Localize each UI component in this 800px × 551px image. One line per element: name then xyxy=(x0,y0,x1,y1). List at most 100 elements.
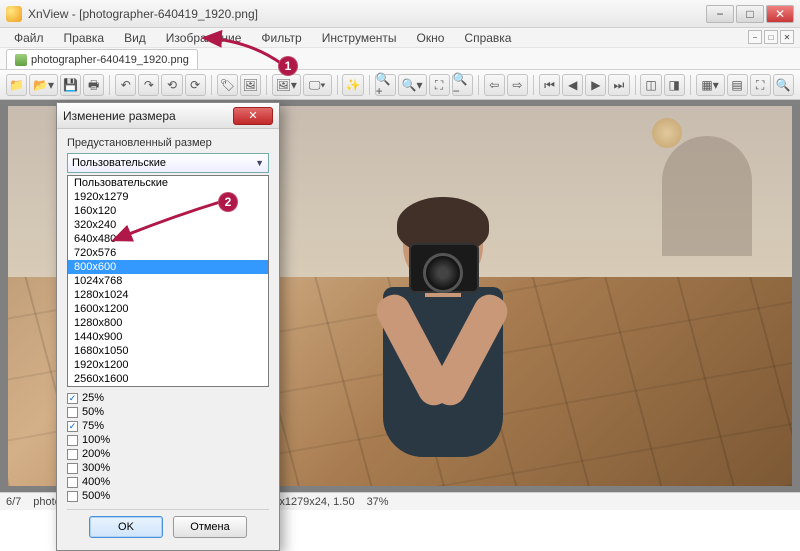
percent-option[interactable]: 200% xyxy=(67,447,269,461)
zoom-out-button[interactable]: 🔍− xyxy=(452,74,473,96)
dialog-titlebar[interactable]: Изменение размера ✕ xyxy=(57,103,279,129)
acquire-button[interactable]: 🖼▾ xyxy=(272,74,301,96)
enhance-button[interactable]: ✨ xyxy=(342,74,363,96)
percent-options: ✓ 25%50%✓75%100% 200% 300% 400% 500% xyxy=(67,391,269,503)
cancel-button[interactable]: Отмена xyxy=(173,516,247,538)
preset-size-combobox[interactable]: Пользовательские ▼ xyxy=(67,153,269,173)
percent-option[interactable]: 50% xyxy=(67,405,269,419)
percent-option[interactable]: 300% xyxy=(67,461,269,475)
tabbar: photographer-640419_1920.png xyxy=(0,48,800,70)
preset-size-option[interactable]: Пользовательские xyxy=(68,176,268,190)
panel2-button[interactable]: ◨ xyxy=(664,74,685,96)
percent-option[interactable]: 100% xyxy=(67,433,269,447)
preset-size-option[interactable]: 1680x1050 xyxy=(68,344,268,358)
percent-label: 300% xyxy=(82,462,110,474)
combobox-value: Пользовательские xyxy=(72,157,166,169)
percent-label: 25% xyxy=(82,392,104,404)
capture-button[interactable]: 🖵▾ xyxy=(303,74,332,96)
menu-edit[interactable]: Правка xyxy=(56,29,113,47)
window-titlebar: XnView - [photographer-640419_1920.png] … xyxy=(0,0,800,28)
window-title: XnView - [photographer-640419_1920.png] xyxy=(28,7,258,21)
preset-size-option[interactable]: 1280x800 xyxy=(68,316,268,330)
redo-button[interactable]: ⟳ xyxy=(185,74,206,96)
preset-size-option[interactable]: 1920x1200 xyxy=(68,358,268,372)
fullscreen-button[interactable]: ⛶ xyxy=(750,74,771,96)
separator xyxy=(369,75,370,95)
checkbox-icon xyxy=(67,449,78,460)
image-icon xyxy=(15,54,27,66)
preset-size-option[interactable]: 800x600 xyxy=(68,260,268,274)
separator xyxy=(211,75,212,95)
minimize-button[interactable]: − xyxy=(706,5,734,23)
checkbox-icon xyxy=(67,477,78,488)
print-button[interactable]: 🖶 xyxy=(83,74,104,96)
checkbox-icon: ✓ xyxy=(67,393,78,404)
image-button[interactable]: 🖼 xyxy=(240,74,261,96)
rotate-cw-button[interactable]: ↷ xyxy=(138,74,159,96)
panel1-button[interactable]: ◫ xyxy=(640,74,661,96)
open-button[interactable]: 📂▾ xyxy=(29,74,58,96)
percent-label: 100% xyxy=(82,434,110,446)
page-next-button[interactable]: ▶ xyxy=(585,74,606,96)
menu-window[interactable]: Окно xyxy=(409,29,453,47)
menu-view[interactable]: Вид xyxy=(116,29,154,47)
menubar: Файл Правка Вид Изображение Фильтр Инстр… xyxy=(0,28,800,48)
annotation-arrow-2 xyxy=(108,198,228,253)
preset-size-option[interactable]: 1440x900 xyxy=(68,330,268,344)
zoom-fit-button[interactable]: ⛶ xyxy=(429,74,450,96)
menu-help[interactable]: Справка xyxy=(456,29,519,47)
page-prev-button[interactable]: ◀ xyxy=(562,74,583,96)
prev-button[interactable]: ⇦ xyxy=(484,74,505,96)
dialog-close-button[interactable]: ✕ xyxy=(233,107,273,125)
percent-label: 400% xyxy=(82,476,110,488)
toolbar: 📁 📂▾ 💾 🖶 ↶ ↷ ⟲ ⟳ 🏷 🖼 🖼▾ 🖵▾ ✨ 🔍+ 🔍▾ ⛶ 🔍− … xyxy=(0,70,800,100)
menu-tools[interactable]: Инструменты xyxy=(314,29,405,47)
checkbox-icon xyxy=(67,435,78,446)
rotate-ccw-button[interactable]: ↶ xyxy=(115,74,136,96)
annotation-badge-2: 2 xyxy=(218,192,238,212)
percent-label: 200% xyxy=(82,448,110,460)
mdi-restore-button[interactable]: □ xyxy=(764,30,778,44)
percent-label: 500% xyxy=(82,490,110,502)
zoom-in-button[interactable]: 🔍+ xyxy=(375,74,396,96)
thumbnails-button[interactable]: ▤ xyxy=(727,74,748,96)
zoom-level-button[interactable]: 🔍▾ xyxy=(398,74,427,96)
percent-option[interactable]: 400% xyxy=(67,475,269,489)
ok-button[interactable]: OK xyxy=(89,516,163,538)
tab-label: photographer-640419_1920.png xyxy=(31,54,189,66)
browse-button[interactable]: 📁 xyxy=(6,74,27,96)
layout-button[interactable]: ▦▾ xyxy=(696,74,725,96)
separator xyxy=(533,75,534,95)
tag-button[interactable]: 🏷 xyxy=(217,74,238,96)
save-button[interactable]: 💾 xyxy=(60,74,81,96)
separator xyxy=(478,75,479,95)
mdi-close-button[interactable]: ✕ xyxy=(780,30,794,44)
preset-size-option[interactable]: 2560x1600 xyxy=(68,372,268,386)
document-tab[interactable]: photographer-640419_1920.png xyxy=(6,49,198,69)
app-icon xyxy=(6,6,22,22)
mdi-minimize-button[interactable]: − xyxy=(748,30,762,44)
first-button[interactable]: ⏮ xyxy=(539,74,560,96)
preset-size-option[interactable]: 1024x768 xyxy=(68,274,268,288)
annotation-arrow-1 xyxy=(198,36,288,75)
menu-file[interactable]: Файл xyxy=(6,29,52,47)
preset-size-option[interactable]: 1280x1024 xyxy=(68,288,268,302)
maximize-button[interactable]: □ xyxy=(736,5,764,23)
last-button[interactable]: ⏭ xyxy=(608,74,629,96)
chevron-down-icon: ▼ xyxy=(255,158,264,168)
undo-button[interactable]: ⟲ xyxy=(161,74,182,96)
separator xyxy=(109,75,110,95)
close-button[interactable]: ✕ xyxy=(766,5,794,23)
search-button[interactable]: 🔍 xyxy=(773,74,794,96)
percent-label: 75% xyxy=(82,420,104,432)
dialog-title: Изменение размера xyxy=(63,109,176,123)
resize-dialog: Изменение размера ✕ Предустановленный ра… xyxy=(56,102,280,551)
status-index: 6/7 xyxy=(6,496,21,508)
percent-option[interactable]: ✓75% xyxy=(67,419,269,433)
preset-size-option[interactable]: 1600x1200 xyxy=(68,302,268,316)
separator xyxy=(337,75,338,95)
next-button[interactable]: ⇨ xyxy=(507,74,528,96)
percent-option[interactable]: 500% xyxy=(67,489,269,503)
status-zoom: 37% xyxy=(367,496,389,508)
percent-option[interactable]: ✓ 25% xyxy=(67,391,269,405)
